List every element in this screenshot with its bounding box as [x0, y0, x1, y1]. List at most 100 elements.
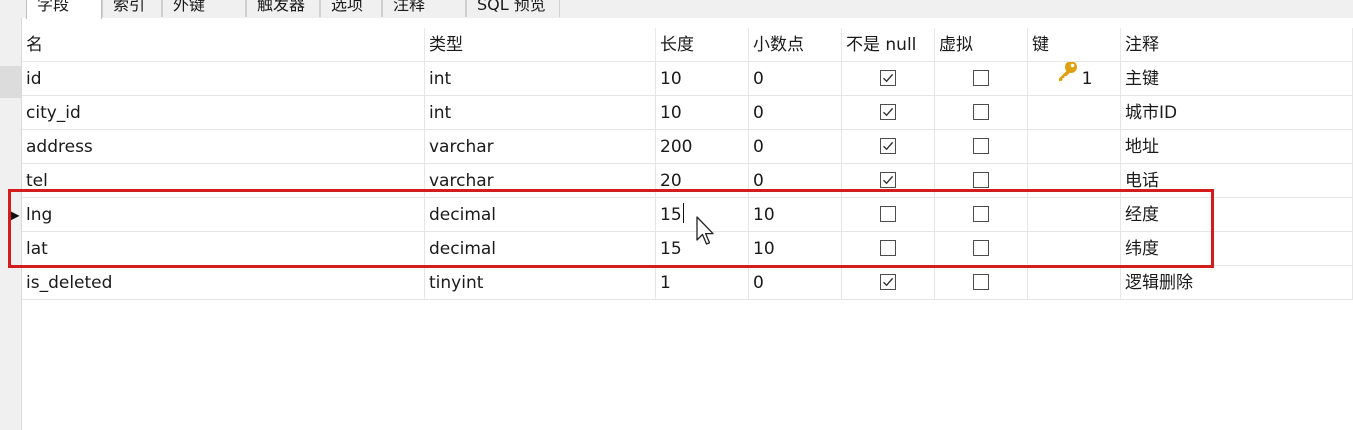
cell-name[interactable]: is_deleted — [22, 266, 425, 300]
checkbox-unchecked[interactable] — [973, 70, 989, 86]
cell-type[interactable]: tinyint — [425, 266, 656, 300]
column-header-comment[interactable]: 注释 — [1121, 28, 1353, 62]
cell-virtual[interactable] — [935, 62, 1028, 96]
cell-length[interactable]: 200 — [656, 130, 749, 164]
checkbox-unchecked[interactable] — [973, 274, 989, 290]
cell-decimals-text: 0 — [753, 103, 764, 123]
tab-bar: 字段 索引 外键 触发器 选项 注释 SQL 预览 — [0, 0, 1353, 19]
cell-length[interactable]: 10 — [656, 62, 749, 96]
tab-fields[interactable]: 字段 — [26, 0, 102, 19]
cell-virtual[interactable] — [935, 96, 1028, 130]
cell-type-text: tinyint — [429, 273, 484, 293]
cell-comment-text: 主键 — [1125, 69, 1159, 89]
tab-sql-preview[interactable]: SQL 预览 — [466, 0, 560, 17]
tab-label: SQL 预览 — [477, 0, 546, 14]
cell-decimals-text: 0 — [753, 137, 764, 157]
cell-key[interactable] — [1028, 130, 1121, 164]
column-header-virtual[interactable]: 虚拟 — [935, 28, 1028, 62]
tab-indexes[interactable]: 索引 — [102, 0, 162, 17]
cell-not-null[interactable] — [842, 266, 935, 300]
tab-triggers[interactable]: 触发器 — [246, 0, 320, 17]
cell-length-text: 10 — [660, 69, 682, 89]
cell-name-text: address — [26, 137, 93, 157]
cell-type[interactable]: int — [425, 62, 656, 96]
cell-type-text: varchar — [429, 137, 494, 157]
cell-name[interactable]: address — [22, 130, 425, 164]
checkbox-unchecked[interactable] — [973, 138, 989, 154]
cell-name-text: tel — [26, 171, 48, 191]
tab-comments[interactable]: 注释 — [382, 0, 466, 17]
cell-comment[interactable]: 主键 — [1121, 62, 1353, 96]
cell-name-text: is_deleted — [26, 273, 113, 293]
cell-decimals-text: 0 — [753, 69, 764, 89]
column-header-length[interactable]: 长度 — [656, 28, 749, 62]
tab-label: 选项 — [331, 0, 364, 14]
mouse-cursor-icon — [696, 216, 714, 245]
tab-label: 外键 — [173, 0, 206, 14]
cell-not-null[interactable] — [842, 130, 935, 164]
cell-length-text: 1 — [660, 273, 671, 293]
cell-comment-text: 地址 — [1125, 137, 1159, 157]
cell-decimals-text: 0 — [753, 273, 764, 293]
cell-type[interactable]: varchar — [425, 130, 656, 164]
checkbox-checked[interactable] — [880, 104, 896, 120]
cell-comment-text: 逻辑删除 — [1125, 273, 1193, 293]
table-row[interactable]: is_deleted tinyint 1 0 逻辑删除 — [22, 266, 1353, 300]
cell-decimals[interactable]: 0 — [749, 266, 842, 300]
gutter-marker — [0, 66, 21, 98]
cell-virtual[interactable] — [935, 130, 1028, 164]
cell-comment[interactable]: 地址 — [1121, 130, 1353, 164]
highlight-box — [8, 189, 1214, 268]
tab-options[interactable]: 选项 — [320, 0, 382, 17]
column-header-name[interactable]: 名 — [22, 28, 425, 62]
table-row[interactable]: city_id int 10 0 城市ID — [22, 96, 1353, 130]
checkbox-checked[interactable] — [880, 172, 896, 188]
checkbox-checked[interactable] — [880, 274, 896, 290]
key-order: 1 — [1081, 69, 1093, 89]
tab-label: 触发器 — [257, 0, 306, 14]
cell-type[interactable]: int — [425, 96, 656, 130]
cell-name-text: id — [26, 69, 42, 89]
cell-length-text: 20 — [660, 171, 682, 191]
cell-length-text: 10 — [660, 103, 682, 123]
cell-comment-text: 电话 — [1125, 171, 1159, 191]
cell-decimals[interactable]: 0 — [749, 130, 842, 164]
cell-comment[interactable]: 逻辑删除 — [1121, 266, 1353, 300]
cell-decimals[interactable]: 0 — [749, 96, 842, 130]
column-header-decimals[interactable]: 小数点 — [749, 28, 842, 62]
cell-length[interactable]: 10 — [656, 96, 749, 130]
column-header-type[interactable]: 类型 — [425, 28, 656, 62]
tab-label: 字段 — [37, 0, 70, 14]
cell-not-null[interactable] — [842, 96, 935, 130]
cell-comment-text: 城市ID — [1125, 103, 1178, 123]
table-row[interactable]: id int 10 0 1 主键 — [22, 62, 1353, 96]
cell-name-text: city_id — [26, 103, 81, 123]
cell-decimals-text: 0 — [753, 171, 764, 191]
column-header-key[interactable]: 键 — [1028, 28, 1121, 62]
cell-key[interactable] — [1028, 96, 1121, 130]
tab-label: 注释 — [393, 0, 426, 14]
cell-decimals[interactable]: 0 — [749, 62, 842, 96]
cell-key[interactable] — [1028, 266, 1121, 300]
primary-key-icon — [1056, 62, 1078, 94]
cell-key[interactable]: 1 — [1028, 62, 1121, 96]
cell-type-text: varchar — [429, 171, 494, 191]
checkbox-checked[interactable] — [880, 70, 896, 86]
tab-label: 索引 — [113, 0, 146, 14]
grid-header: 名 类型 长度 小数点 不是 null 虚拟 键 注释 — [22, 28, 1353, 62]
cell-type-text: int — [429, 103, 452, 123]
column-header-not-null[interactable]: 不是 null — [842, 28, 935, 62]
checkbox-unchecked[interactable] — [973, 104, 989, 120]
checkbox-unchecked[interactable] — [973, 172, 989, 188]
cell-length[interactable]: 1 — [656, 266, 749, 300]
cell-virtual[interactable] — [935, 266, 1028, 300]
cell-name[interactable]: id — [22, 62, 425, 96]
cell-name[interactable]: city_id — [22, 96, 425, 130]
checkbox-checked[interactable] — [880, 138, 896, 154]
cell-not-null[interactable] — [842, 62, 935, 96]
cell-comment[interactable]: 城市ID — [1121, 96, 1353, 130]
cell-length-text: 200 — [660, 137, 693, 157]
table-row[interactable]: address varchar 200 0 地址 — [22, 130, 1353, 164]
cell-type-text: int — [429, 69, 452, 89]
tab-foreign-keys[interactable]: 外键 — [162, 0, 246, 17]
